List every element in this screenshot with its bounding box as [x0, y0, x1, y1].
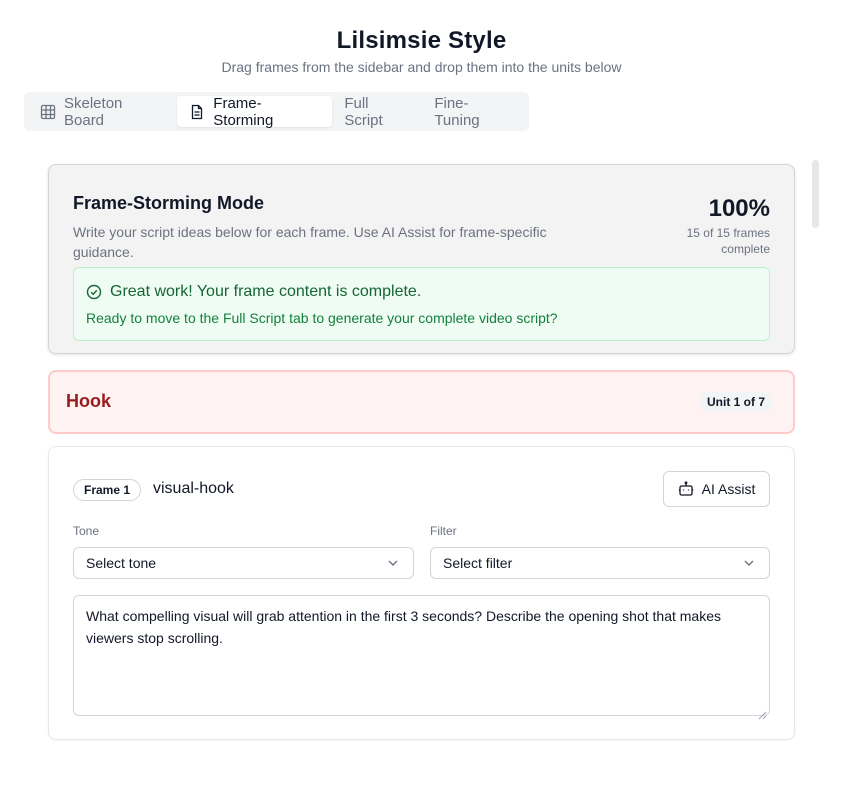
- unit-badge: Unit 1 of 7: [698, 392, 773, 412]
- tab-label: Frame-Storming: [213, 94, 274, 129]
- tab-bar: Skeleton Board Frame-Storming Full Scrip…: [24, 92, 529, 131]
- tab-fine-tuning[interactable]: Fine-Tuning: [422, 94, 525, 129]
- ai-assist-button[interactable]: AI Assist: [663, 471, 770, 507]
- frame-badge: Frame 1: [73, 479, 142, 501]
- mode-title: Frame-Storming Mode: [73, 193, 265, 213]
- chevron-down-icon: [741, 555, 757, 571]
- progress-count: 15 of 15 frames complete: [686, 226, 770, 256]
- progress-percent: 100%: [708, 195, 770, 222]
- tab-frame-storming[interactable]: Frame-Storming: [177, 94, 333, 129]
- check-circle-icon: [86, 284, 102, 300]
- success-heading: Great work! Your frame content is comple…: [86, 283, 421, 301]
- chevron-down-icon: [385, 555, 401, 571]
- filter-label: Filter: [430, 524, 457, 538]
- tone-value: Select tone: [86, 555, 157, 571]
- tone-select[interactable]: Select tone: [73, 547, 414, 579]
- tab-label: Fine-Tuning: [434, 94, 480, 129]
- success-message: Ready to move to the Full Script tab to …: [86, 310, 558, 326]
- tone-label: Tone: [73, 524, 100, 538]
- page-subtitle: Drag frames from the sidebar and drop th…: [221, 59, 622, 75]
- tab-label: Full Script: [344, 94, 383, 129]
- scrollbar-thumb[interactable]: [812, 160, 819, 228]
- mode-card: Frame-Storming Mode Write your script id…: [48, 164, 795, 354]
- frame-card: Frame 1 visual-hook AI Assist Tone Selec…: [48, 446, 795, 740]
- success-alert: Great work! Your frame content is comple…: [73, 267, 770, 341]
- filter-select[interactable]: Select filter: [430, 547, 770, 579]
- ai-assist-label: AI Assist: [701, 481, 756, 497]
- unit-header: Hook Unit 1 of 7: [48, 370, 795, 434]
- document-icon: [189, 104, 205, 120]
- tab-skeleton-board[interactable]: Skeleton Board: [28, 94, 177, 129]
- resize-handle-icon[interactable]: [758, 704, 767, 720]
- page-title: Lilsimsie Style: [336, 27, 507, 54]
- mode-description: Write your script ideas below for each f…: [73, 224, 547, 260]
- unit-title: Hook: [66, 391, 111, 411]
- page-header: Lilsimsie Style Drag frames from the sid…: [0, 27, 843, 76]
- frame-name: visual-hook: [153, 480, 234, 497]
- filter-value: Select filter: [443, 555, 513, 571]
- tab-label: Skeleton Board: [64, 94, 123, 129]
- success-title: Great work! Your frame content is comple…: [110, 283, 422, 300]
- frame-content-text: What compelling visual will grab attenti…: [86, 608, 722, 646]
- grid-icon: [40, 104, 56, 120]
- frame-content-textarea[interactable]: What compelling visual will grab attenti…: [73, 595, 770, 720]
- tab-full-script[interactable]: Full Script: [332, 94, 422, 129]
- bot-icon: [678, 481, 694, 497]
